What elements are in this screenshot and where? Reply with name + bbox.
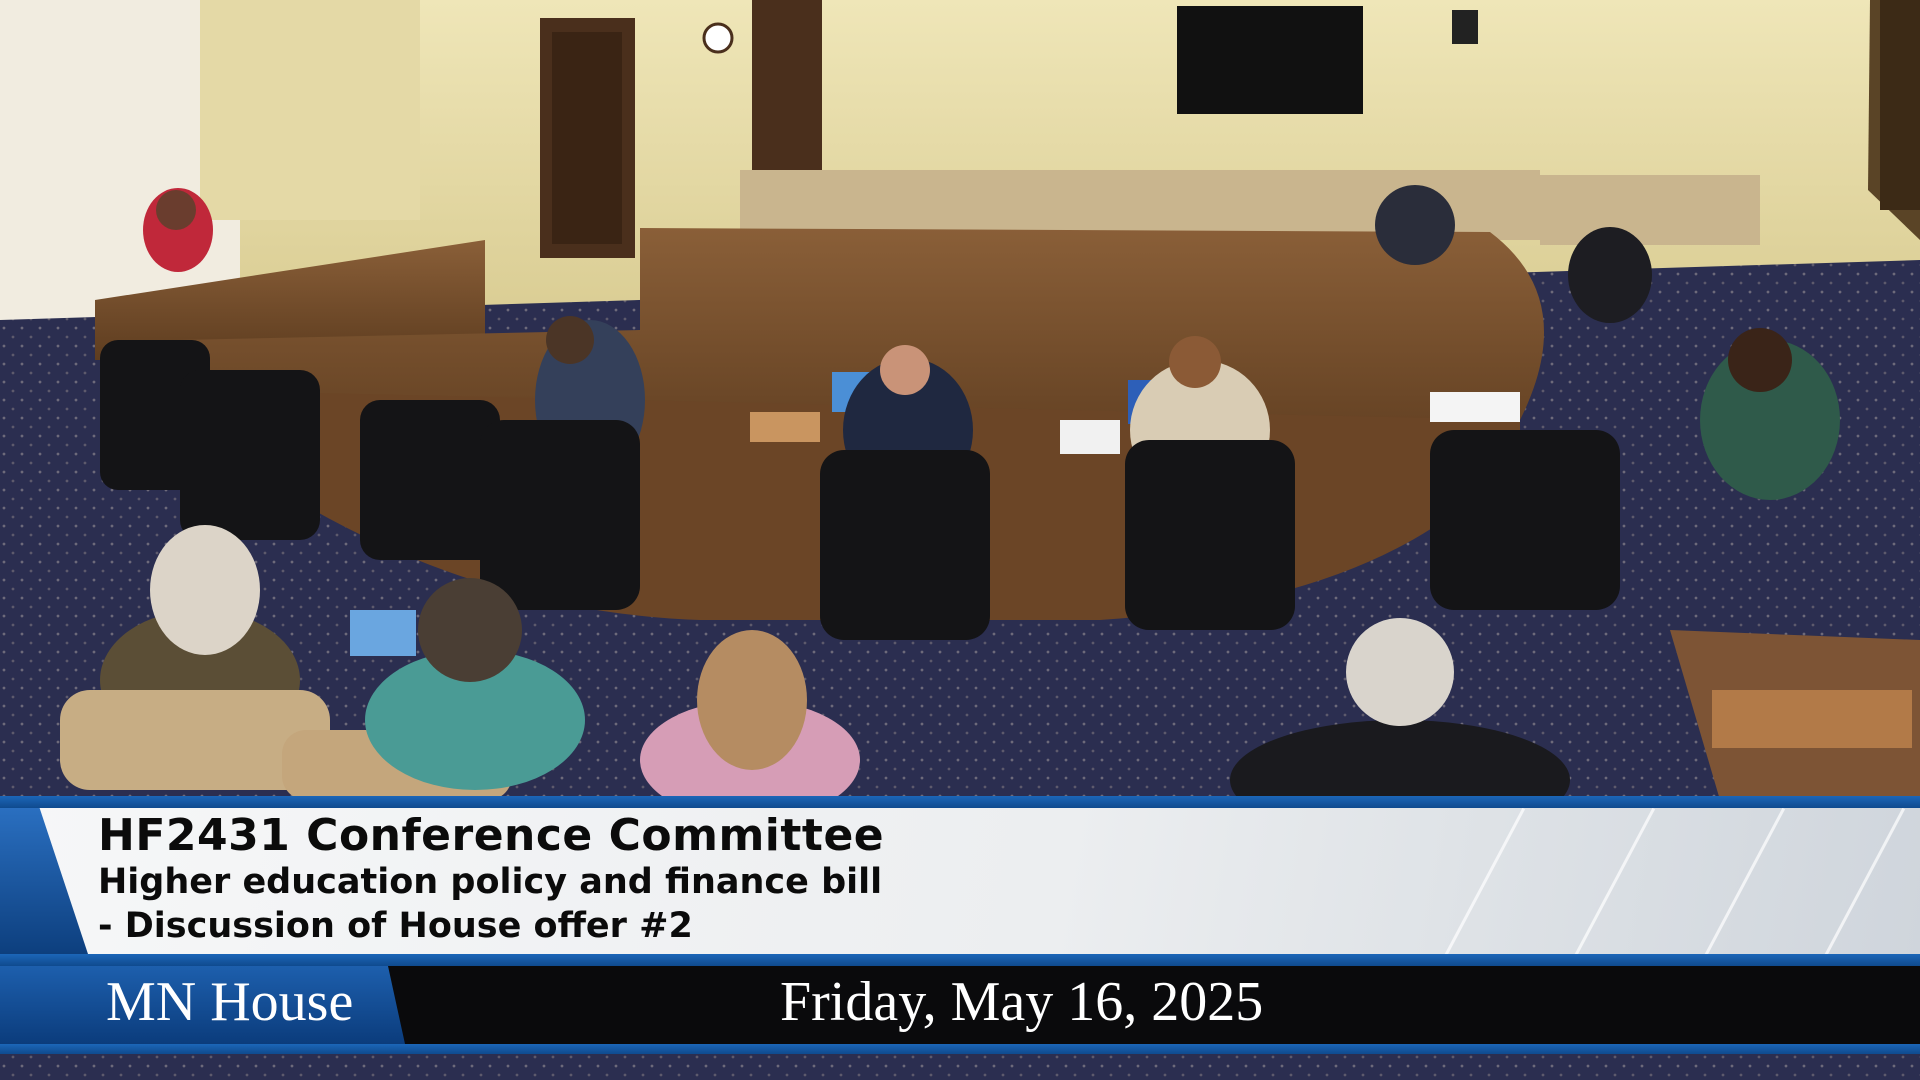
lower-third-mid-band [0, 954, 1920, 966]
caption-stripe-decoration [1360, 808, 1920, 954]
lower-third-bottom-band [0, 1044, 1920, 1054]
hearing-subtitle-line-1: Higher education policy and finance bill [98, 862, 883, 902]
wall-tv-screen [1177, 6, 1363, 114]
channel-brand-label: MN House [106, 971, 354, 1033]
laptop-screen [350, 610, 416, 656]
hearing-date: Friday, May 16, 2025 [780, 971, 1264, 1033]
lower-third-top-band [0, 796, 1920, 808]
hearing-subtitle-line-2: - Discussion of House offer #2 [98, 906, 693, 946]
folder-on-desk [1712, 690, 1912, 748]
hearing-title: HF2431 Conference Committee [98, 810, 885, 861]
wall-clock-icon [702, 22, 734, 54]
broadcast-lower-third: HF2431 Conference Committee Higher educa… [0, 796, 1920, 1061]
